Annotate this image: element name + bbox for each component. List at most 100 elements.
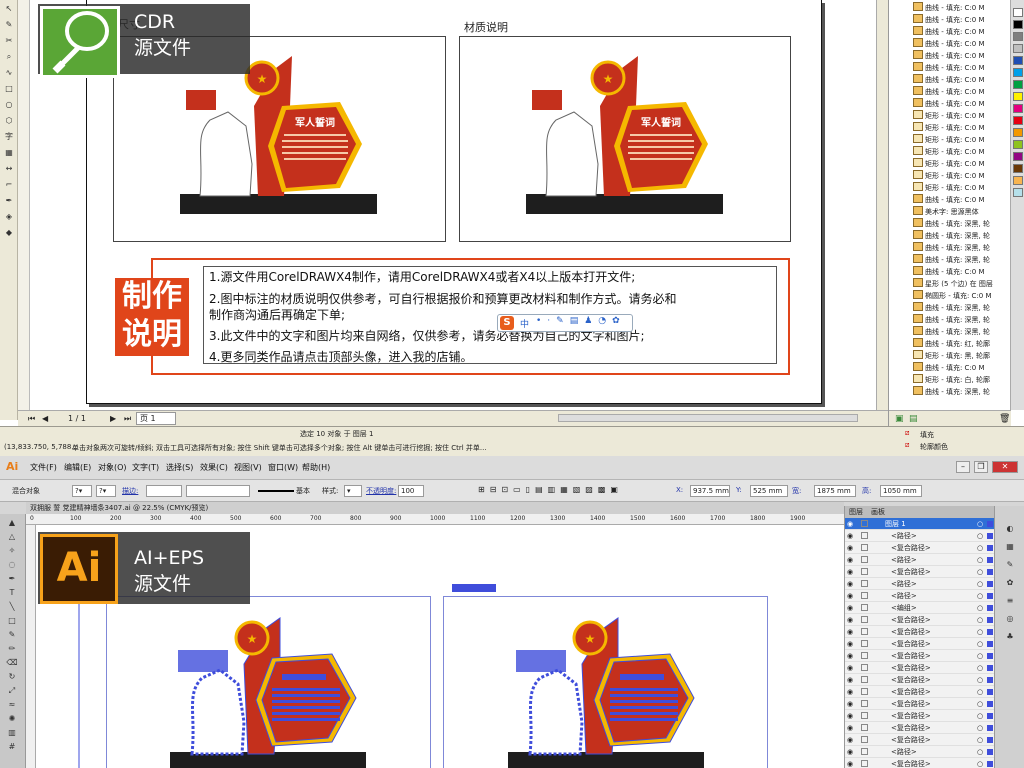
pencil-tool-icon[interactable]: ✏ <box>6 644 18 654</box>
ime-mode-label[interactable]: 中 <box>520 317 529 330</box>
layer-row[interactable]: ◉ <复合路径> ○ <box>845 650 995 662</box>
visibility-eye-icon[interactable]: ◉ <box>847 758 853 768</box>
object-list-item[interactable]: 曲线 - 填充: 深黑, 轮 <box>889 218 1009 230</box>
layer-row[interactable]: ◉ <复合路径> ○ <box>845 614 995 626</box>
lock-toggle[interactable] <box>861 688 868 695</box>
menu-item[interactable]: 编辑(E) <box>64 462 91 473</box>
freehand-tool-icon[interactable]: ∿ <box>3 68 15 78</box>
style-dropdown[interactable]: ▾ <box>344 485 362 497</box>
ime-toolbar[interactable]: S 中 •·✎▤♟◔✿ <box>497 314 633 332</box>
lock-toggle[interactable] <box>861 748 868 755</box>
visibility-eye-icon[interactable]: ◉ <box>847 734 853 746</box>
appearance-panel-icon[interactable]: ◎ <box>1004 614 1016 624</box>
layer-row[interactable]: ◉ <复合路径> ○ <box>845 638 995 650</box>
layer-row[interactable]: ◉ <复合路径> ○ <box>845 662 995 674</box>
shape-tool-icon[interactable]: ✎ <box>3 20 15 30</box>
object-list-item[interactable]: 曲线 - 填充: C:0 M <box>889 98 1009 110</box>
menu-item[interactable]: 效果(C) <box>200 462 228 473</box>
object-list-item[interactable]: 曲线 - 填充: C:0 M <box>889 38 1009 50</box>
height-input[interactable]: 1050 mm <box>880 485 922 497</box>
object-list-item[interactable]: 矩形 - 填充: C:0 M <box>889 170 1009 182</box>
object-list-item[interactable]: 曲线 - 填充: C:0 M <box>889 2 1009 14</box>
visibility-eye-icon[interactable]: ◉ <box>847 626 853 638</box>
object-list-item[interactable]: 矩形 - 填充: 黑, 轮廓 <box>889 350 1009 362</box>
lock-toggle[interactable] <box>861 580 868 587</box>
object-list-item[interactable]: 曲线 - 填充: C:0 M <box>889 266 1009 278</box>
layer-row[interactable]: ◉ <路径> ○ <box>845 530 995 542</box>
pick-tool-icon[interactable]: ↖ <box>3 4 15 14</box>
layer-row-main[interactable]: ◉ 图层 1 ○ <box>845 518 995 530</box>
target-circle-icon[interactable]: ○ <box>977 602 983 614</box>
swatch-orange[interactable] <box>1013 128 1023 137</box>
object-list-item[interactable]: 矩形 - 填充: C:0 M <box>889 146 1009 158</box>
layer-row[interactable]: ◉ <复合路径> ○ <box>845 566 995 578</box>
object-list-item[interactable]: 曲线 - 填充: C:0 M <box>889 26 1009 38</box>
target-circle-icon[interactable]: ○ <box>977 554 983 566</box>
layer-row[interactable]: ◉ <复合路径> ○ <box>845 674 995 686</box>
menu-item[interactable]: 文字(T) <box>132 462 159 473</box>
y-input[interactable]: 525 mm <box>750 485 788 497</box>
visibility-eye-icon[interactable]: ◉ <box>847 590 853 602</box>
swatch-lime[interactable] <box>1013 140 1023 149</box>
visibility-eye-icon[interactable]: ◉ <box>847 566 853 578</box>
object-list-item[interactable]: 曲线 - 填充: C:0 M <box>889 74 1009 86</box>
visibility-eye-icon[interactable]: ◉ <box>847 614 853 626</box>
lock-toggle[interactable] <box>861 568 868 575</box>
stroke-swatch-dropdown[interactable]: ?▾ <box>96 485 116 497</box>
lock-toggle[interactable] <box>861 544 868 551</box>
target-circle-icon[interactable]: ○ <box>977 746 983 758</box>
swatches-panel-icon[interactable]: ▦ <box>1004 542 1016 552</box>
visibility-eye-icon[interactable]: ◉ <box>847 650 853 662</box>
swatch-blue[interactable] <box>1013 56 1023 65</box>
object-list-item[interactable]: 曲线 - 填充: 深黑, 轮 <box>889 314 1009 326</box>
lock-toggle[interactable] <box>861 760 868 767</box>
x-input[interactable]: 937.5 mm <box>690 485 730 497</box>
swatch-purple[interactable] <box>1013 152 1023 161</box>
text-tool-icon[interactable]: 字 <box>3 132 15 142</box>
ellipse-tool-icon[interactable]: ○ <box>3 100 15 110</box>
object-list-item[interactable]: 曲线 - 填充: C:0 M <box>889 14 1009 26</box>
direct-select-tool-icon[interactable]: △ <box>6 532 18 542</box>
lock-toggle[interactable] <box>861 664 868 671</box>
target-circle-icon[interactable]: ○ <box>977 614 983 626</box>
visibility-eye-icon[interactable]: ◉ <box>847 722 853 734</box>
target-circle-icon[interactable]: ○ <box>977 710 983 722</box>
object-list-item[interactable]: 曲线 - 填充: 深黑, 轮 <box>889 242 1009 254</box>
menu-item[interactable]: 帮助(H) <box>302 462 330 473</box>
swatch-yellow[interactable] <box>1013 92 1023 101</box>
ime-tool-icons[interactable]: •·✎▤♟◔✿ <box>536 316 626 326</box>
crop-tool-icon[interactable]: ✂ <box>3 36 15 46</box>
target-circle-icon[interactable]: ○ <box>977 530 983 542</box>
fill-swatch-dropdown[interactable]: ?▾ <box>72 485 92 497</box>
layer-row[interactable]: ◉ <复合路径> ○ <box>845 686 995 698</box>
lock-toggle[interactable] <box>861 652 868 659</box>
lock-toggle[interactable] <box>861 616 868 623</box>
polygon-tool-icon[interactable]: ⬡ <box>3 116 15 126</box>
rotate-tool-icon[interactable]: ↻ <box>6 672 18 682</box>
target-circle-icon[interactable]: ○ <box>977 518 983 530</box>
prev-page-icon[interactable]: ◀ <box>42 414 48 423</box>
lock-toggle[interactable] <box>861 676 868 683</box>
first-page-icon[interactable]: ⏮ <box>28 414 35 424</box>
object-list-item[interactable]: 曲线 - 填充: 深黑, 轮 <box>889 230 1009 242</box>
symbols-panel-icon[interactable]: ✿ <box>1004 578 1016 588</box>
target-circle-icon[interactable]: ○ <box>977 578 983 590</box>
menu-item[interactable]: 对象(O) <box>98 462 127 473</box>
target-circle-icon[interactable]: ○ <box>977 638 983 650</box>
new-layer-icon[interactable]: ▣ <box>895 414 904 424</box>
rectangle-tool-icon[interactable]: □ <box>3 84 15 94</box>
target-circle-icon[interactable]: ○ <box>977 650 983 662</box>
layer-row[interactable]: ◉ <路径> ○ <box>845 746 995 758</box>
graph-tool-icon[interactable]: ▥ <box>6 728 18 738</box>
layer-row[interactable]: ◉ <复合路径> ○ <box>845 722 995 734</box>
target-circle-icon[interactable]: ○ <box>977 566 983 578</box>
close-icon[interactable]: ✕ <box>992 461 1018 473</box>
lasso-tool-icon[interactable]: ◌ <box>6 560 18 570</box>
brushes-panel-icon[interactable]: ✎ <box>1004 560 1016 570</box>
pen-tool-icon[interactable]: ✒ <box>6 574 18 584</box>
target-circle-icon[interactable]: ○ <box>977 674 983 686</box>
visibility-eye-icon[interactable]: ◉ <box>847 686 853 698</box>
object-list-item[interactable]: 曲线 - 填充: C:0 M <box>889 62 1009 74</box>
magic-wand-tool-icon[interactable]: ✧ <box>6 546 18 556</box>
visibility-eye-icon[interactable]: ◉ <box>847 638 853 650</box>
